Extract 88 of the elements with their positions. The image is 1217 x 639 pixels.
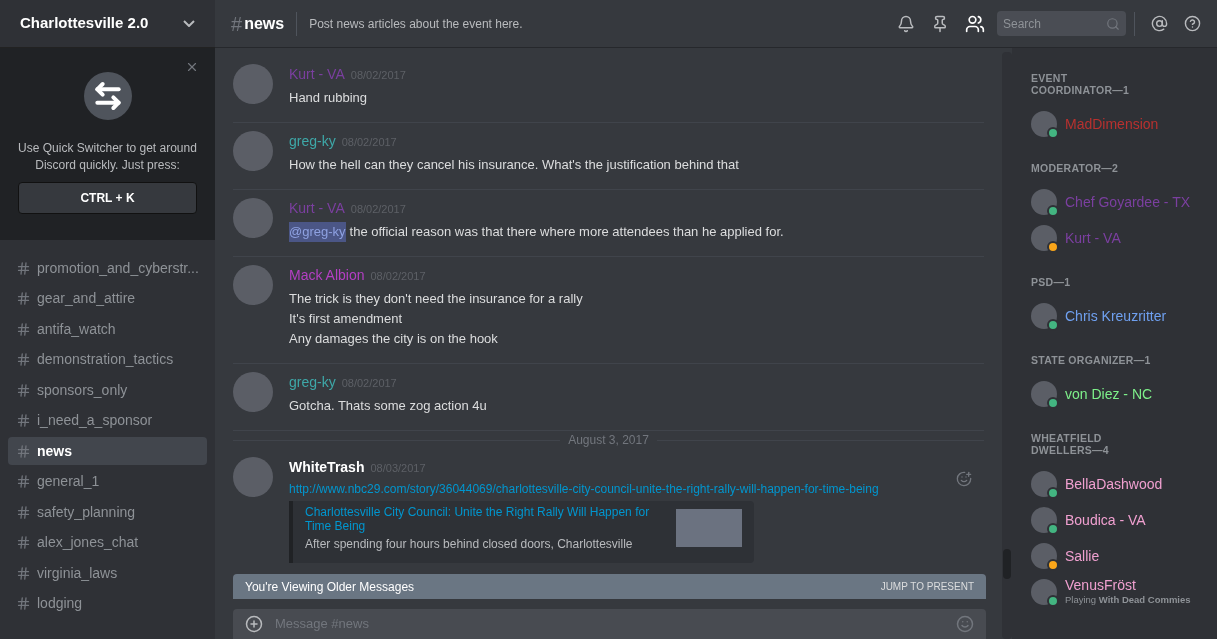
avatar [233, 265, 273, 305]
message-text: the official reason was that there where more attendees than he applied for. [349, 223, 784, 241]
avatar [233, 198, 273, 238]
hash-icon [16, 596, 31, 611]
hash-icon [16, 565, 31, 581]
message-link[interactable]: http://www.nbc29.com/story/36044069/charlottesville-city-council-unite-the-right-rally-will-happen-for-time-being [289, 482, 889, 497]
message-text: It's first amendment [289, 310, 403, 328]
hash-icon: # [231, 8, 243, 39]
bell-icon[interactable] [897, 14, 915, 33]
message-text: Any damages the city is on the hook [289, 330, 498, 348]
member-name[interactable]: BellaDashwood [1065, 476, 1163, 492]
role-heading: EVENT COORDINATOR—1 [1031, 72, 1131, 96]
member-name[interactable]: Chris Kreuzritter [1065, 308, 1167, 324]
member-name[interactable]: MadDimension [1065, 116, 1159, 132]
hash-icon [16, 535, 31, 550]
channel-item[interactable]: virginia_laws [8, 559, 207, 587]
message-author[interactable]: Mack Albion [289, 265, 365, 286]
avatar [1031, 111, 1057, 137]
role-heading: PSD—1 [1031, 276, 1072, 288]
hash-icon [16, 352, 31, 367]
search-field[interactable]: Search [997, 11, 1126, 36]
members-icon[interactable] [965, 13, 985, 34]
hash-icon [16, 474, 31, 489]
avatar [233, 457, 273, 497]
user-mention[interactable]: @greg-ky [289, 222, 346, 242]
banner-text: You're Viewing Older Messages [245, 578, 415, 596]
close-icon[interactable] [185, 60, 199, 74]
avatar [1031, 507, 1057, 533]
channel-item[interactable]: i_need_a_sponsor [8, 406, 207, 435]
jump-to-present-button[interactable]: JUMP TO PRESENT [880, 579, 974, 594]
channel-item[interactable]: antifa_watch [8, 315, 207, 343]
avatar [1031, 381, 1057, 407]
role-heading: WHEATFIELD DWELLERS—4 [1031, 432, 1110, 456]
hash-icon [16, 382, 31, 398]
member-name[interactable]: Sallie [1065, 548, 1100, 564]
role-heading: STATE ORGANIZER—1 [1031, 354, 1151, 366]
chevron-down-icon [183, 20, 195, 27]
message-author[interactable]: greg-ky [289, 372, 336, 393]
channel-topic: Post news articles about the event here. [309, 15, 523, 33]
avatar [1031, 471, 1057, 497]
help-icon[interactable] [1184, 15, 1201, 32]
hash-icon [16, 291, 31, 306]
photo-placeholder [676, 509, 742, 547]
role-heading: MODERATOR—2 [1031, 162, 1120, 174]
avatar [1031, 303, 1057, 329]
member-name[interactable]: Boudica - VA [1065, 512, 1146, 528]
search-icon [1106, 16, 1120, 31]
avatar [1031, 225, 1057, 251]
avatar [233, 64, 273, 104]
channel-item[interactable]: demonstration_tactics [8, 345, 207, 374]
channel-item[interactable]: general_1 [8, 467, 207, 496]
pin-icon[interactable] [931, 14, 949, 33]
mention-icon[interactable] [1151, 15, 1168, 32]
member-name[interactable]: VenusFröst [1065, 576, 1191, 593]
channel-title: news [244, 13, 285, 34]
channel-item[interactable]: gear_and_attire [8, 284, 207, 313]
embed-title[interactable]: Charlottesville City Council: Unite the Right Rally Will Happen for Time Being [305, 505, 668, 533]
avatar [1031, 189, 1057, 215]
channel-item[interactable]: safety_planning [8, 498, 207, 526]
channel-item[interactable]: news [8, 437, 207, 465]
switch-arrows-icon [83, 72, 132, 120]
add-reaction-icon[interactable] [956, 471, 972, 487]
message-author[interactable]: greg-ky [289, 131, 336, 152]
channel-item[interactable]: alex_jones_chat [8, 528, 207, 557]
member-name[interactable]: von Diez - NC [1065, 386, 1153, 402]
channel-item[interactable]: lodging [8, 589, 207, 618]
hash-icon [16, 260, 31, 276]
member-activity: Playing With Dead Commies [1065, 592, 1191, 607]
quick-switcher-text: Use Quick Switcher to get around Discord quickly. Just press: [17, 140, 198, 174]
channel-item[interactable]: promotion_and_cyberstr... [8, 254, 207, 282]
embed-description: After spending four hours behind closed doors, Charlottesville [305, 537, 634, 551]
avatar [1031, 579, 1057, 605]
avatar [1031, 543, 1057, 569]
hash-icon [16, 321, 31, 337]
shortcut-button[interactable]: CTRL + K [18, 182, 197, 214]
message-text: The trick is they don't need the insurance for a rally [289, 290, 583, 308]
avatar [233, 131, 273, 171]
hash-icon [16, 413, 31, 428]
upload-icon[interactable] [245, 615, 263, 633]
message-text: Hand rubbing [289, 89, 368, 107]
message-text: Gotcha. Thats some zog action 4u [289, 397, 487, 415]
hash-icon [16, 504, 31, 520]
message-author[interactable]: WhiteTrash [289, 457, 365, 478]
message-text: How the hell can they cancel his insurance. What's the justification behind that [289, 156, 739, 174]
avatar [233, 372, 273, 412]
hash-icon [16, 443, 31, 459]
channel-item[interactable]: sponsors_only [8, 376, 207, 404]
date-divider: August 3, 2017 [568, 432, 649, 449]
